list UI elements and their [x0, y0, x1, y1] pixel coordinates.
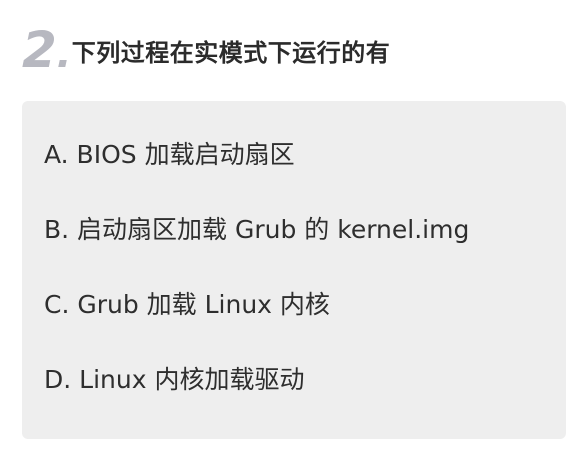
- question-header: 2 下列过程在实模式下运行的有: [22, 20, 390, 80]
- option-d[interactable]: D. Linux 内核加载驱动: [44, 365, 304, 395]
- question-number: 2: [22, 21, 57, 79]
- option-a[interactable]: A. BIOS 加载启动扇区: [44, 140, 295, 170]
- option-c[interactable]: C. Grub 加载 Linux 内核: [44, 290, 330, 320]
- options-panel: A. BIOS 加载启动扇区 B. 启动扇区加载 Grub 的 kernel.i…: [22, 101, 566, 439]
- question-title: 下列过程在实模式下运行的有: [71, 38, 391, 67]
- question-number-dot: [58, 59, 67, 67]
- option-b[interactable]: B. 启动扇区加载 Grub 的 kernel.img: [44, 215, 469, 245]
